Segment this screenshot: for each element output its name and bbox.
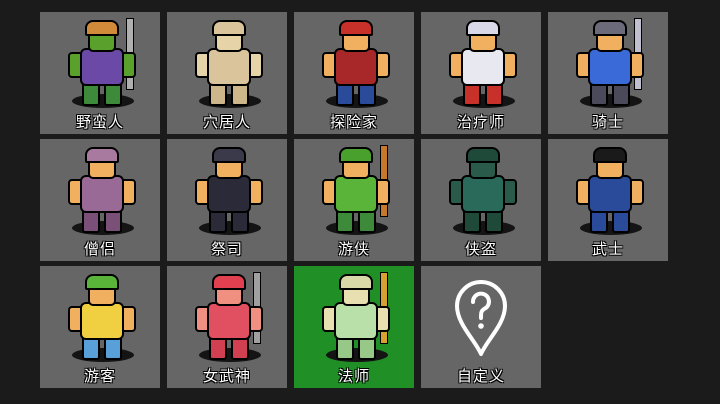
class-card-samurai[interactable]: 武士 bbox=[548, 139, 668, 261]
knight-sprite bbox=[570, 18, 646, 110]
class-label: 武士 bbox=[591, 240, 624, 258]
class-card-thief[interactable]: 侠盗 bbox=[421, 139, 541, 261]
class-card-valkyrie[interactable]: 女武神 bbox=[167, 266, 287, 388]
class-label: 祭司 bbox=[210, 240, 243, 258]
class-card-priest[interactable]: 祭司 bbox=[167, 139, 287, 261]
wizard-sprite bbox=[316, 272, 392, 364]
class-card-wizard[interactable]: 法师 bbox=[294, 266, 414, 388]
class-label: 野蛮人 bbox=[75, 113, 124, 131]
class-card-healer[interactable]: 治疗师 bbox=[421, 12, 541, 134]
samurai-sprite bbox=[570, 145, 646, 237]
class-card-caveman[interactable]: 穴居人 bbox=[167, 12, 287, 134]
barbarian-sprite bbox=[62, 18, 138, 110]
class-label: 治疗师 bbox=[456, 113, 505, 131]
class-label: 法师 bbox=[337, 367, 370, 385]
class-card-explorer[interactable]: 探险家 bbox=[294, 12, 414, 134]
healer-sprite bbox=[443, 18, 519, 110]
class-card-custom[interactable]: 自定义 bbox=[421, 266, 541, 388]
class-card-ranger[interactable]: 游侠 bbox=[294, 139, 414, 261]
class-grid: 野蛮人 穴居人 探险家 治疗师 骑士 僧侣 祭司 游侠 侠盗 武士 游客 女武神… bbox=[40, 12, 668, 388]
wanderer-sprite bbox=[62, 272, 138, 364]
class-label: 僧侣 bbox=[83, 240, 116, 258]
priest-sprite bbox=[189, 145, 265, 237]
class-label: 游侠 bbox=[337, 240, 370, 258]
class-label: 自定义 bbox=[456, 367, 505, 385]
location-pin-question-icon bbox=[455, 280, 507, 356]
class-label: 探险家 bbox=[329, 113, 378, 131]
class-label: 侠盗 bbox=[464, 240, 497, 258]
monk-sprite bbox=[62, 145, 138, 237]
class-card-wanderer[interactable]: 游客 bbox=[40, 266, 160, 388]
class-label: 穴居人 bbox=[202, 113, 251, 131]
ranger-sprite bbox=[316, 145, 392, 237]
class-card-monk[interactable]: 僧侣 bbox=[40, 139, 160, 261]
class-label: 骑士 bbox=[591, 113, 624, 131]
class-label: 游客 bbox=[83, 367, 116, 385]
thief-sprite bbox=[443, 145, 519, 237]
class-card-knight[interactable]: 骑士 bbox=[548, 12, 668, 134]
explorer-sprite bbox=[316, 18, 392, 110]
valkyrie-sprite bbox=[189, 272, 265, 364]
class-label: 女武神 bbox=[202, 367, 251, 385]
class-card-barbarian[interactable]: 野蛮人 bbox=[40, 12, 160, 134]
caveman-sprite bbox=[189, 18, 265, 110]
